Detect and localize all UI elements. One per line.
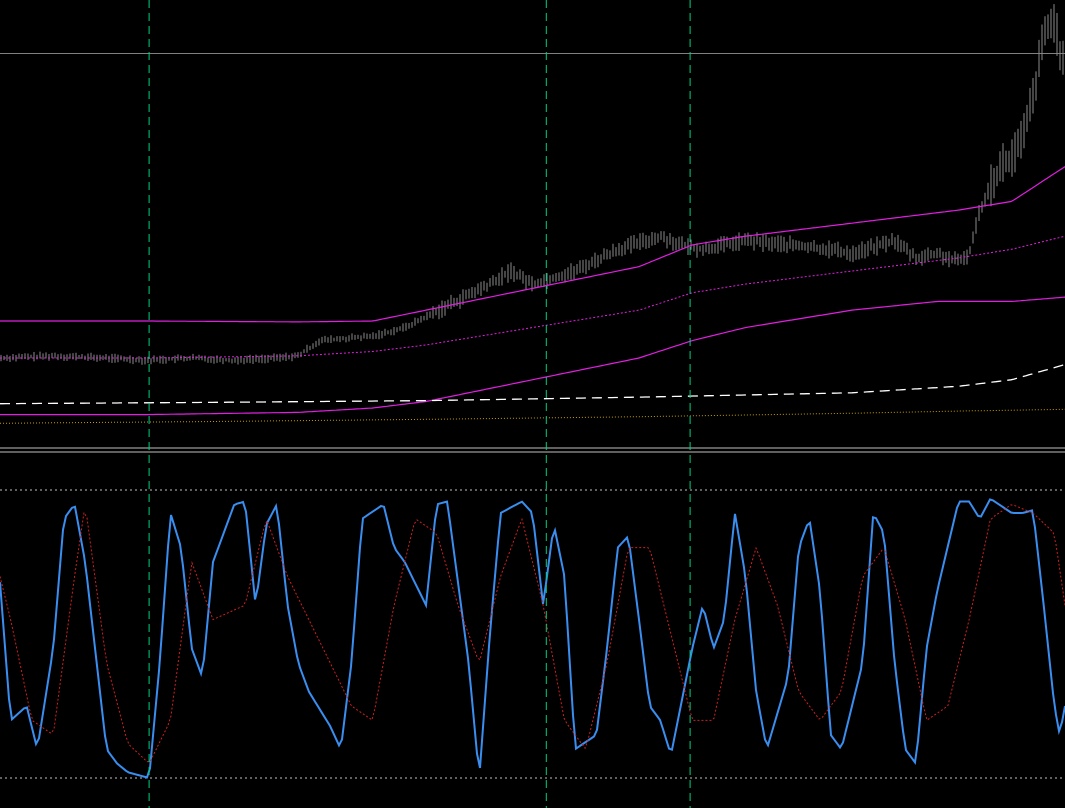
chart-background (0, 0, 1065, 808)
chart-svg (0, 0, 1065, 808)
chart-container (0, 0, 1065, 808)
